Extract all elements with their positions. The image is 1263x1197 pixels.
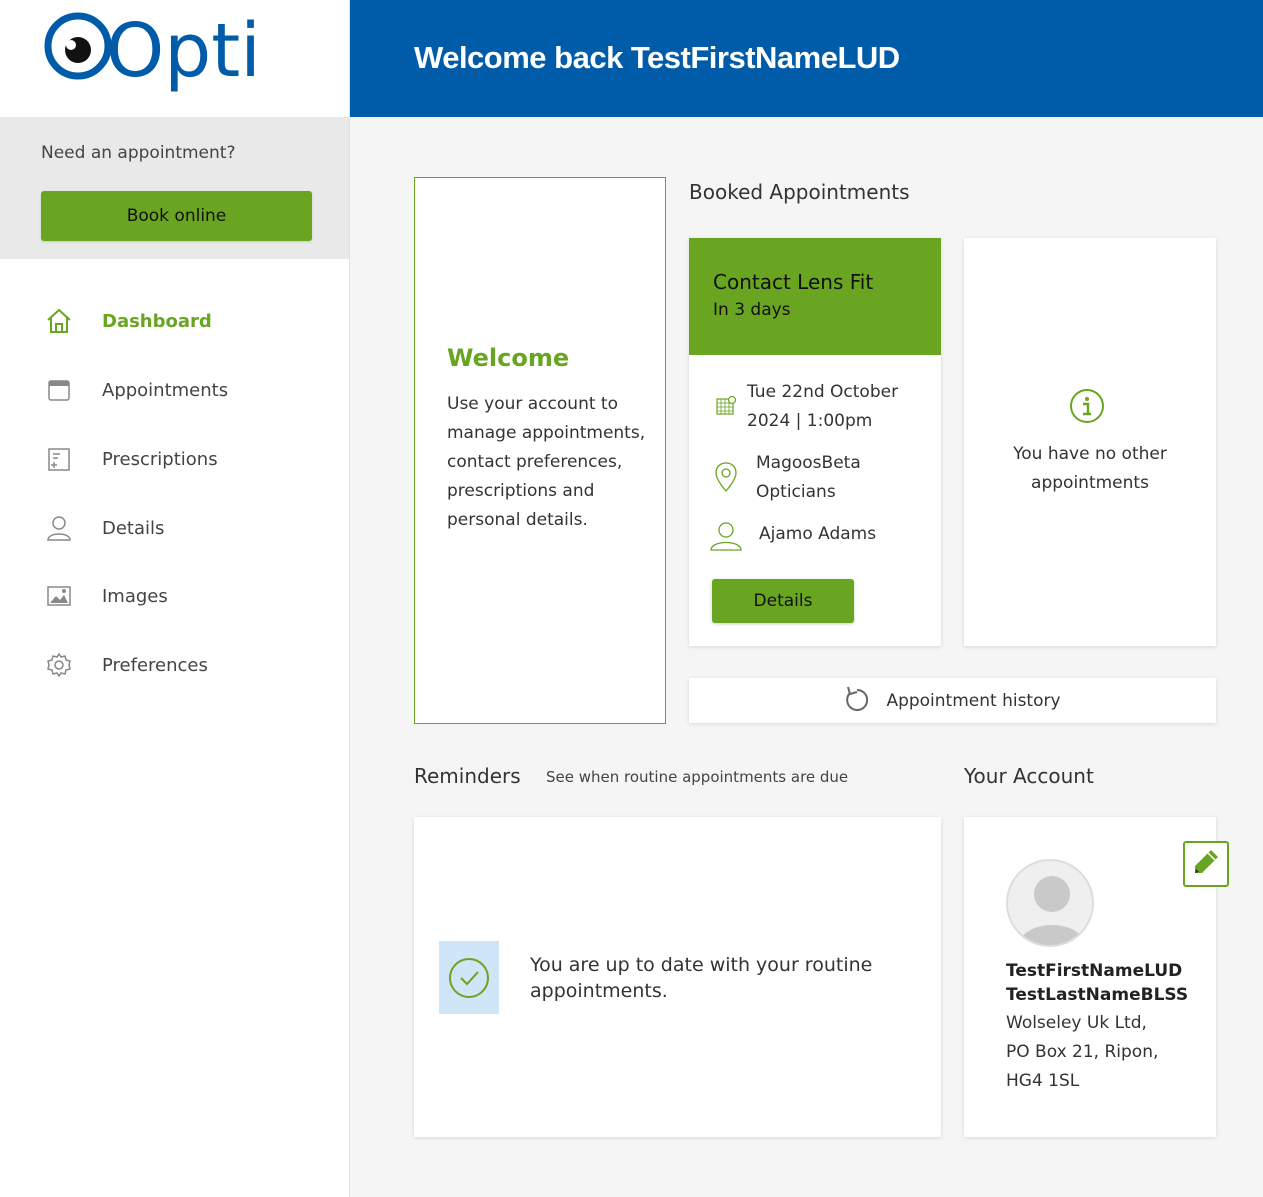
your-account-title: Your Account	[964, 764, 1094, 788]
appointment-history-button[interactable]: Appointment history	[689, 678, 1216, 723]
sidebar-item-label: Dashboard	[102, 310, 212, 332]
reminders-title: Reminders	[414, 764, 521, 788]
appointment-date-line1: Tue 22nd October	[747, 382, 899, 402]
info-icon	[1069, 388, 1105, 428]
location-pin-icon	[709, 461, 743, 493]
calendar-clock-icon	[709, 396, 743, 416]
reminders-subtitle: See when routine appointments are due	[546, 768, 849, 786]
welcome-title: Welcome	[447, 344, 570, 372]
user-icon	[44, 513, 74, 543]
home-icon	[44, 306, 74, 336]
gear-icon	[44, 650, 74, 680]
book-panel: Need an appointment? Book online	[0, 117, 349, 259]
appointment-date-row: Tue 22nd October 2024 | 1:00pm	[709, 378, 898, 436]
sidebar-item-label: Prescriptions	[102, 448, 218, 470]
appointment-location-line2: Opticians	[756, 482, 836, 502]
account-card: TestFirstNameLUD TestLastNameBLSS Wolsel…	[964, 817, 1229, 1137]
appointment-location-line1: MagoosBeta	[756, 453, 861, 473]
need-appointment-text: Need an appointment?	[41, 143, 236, 163]
sidebar-item-label: Preferences	[102, 654, 208, 676]
appointment-header: Contact Lens Fit In 3 days	[689, 238, 941, 355]
appointment-details-button[interactable]: Details	[712, 579, 854, 623]
sidebar-item-images[interactable]: Images	[44, 576, 334, 616]
appointment-location: MagoosBeta Opticians	[756, 449, 861, 507]
sidebar-item-appointments[interactable]: Appointments	[44, 370, 334, 410]
appointment-type: Contact Lens Fit	[713, 270, 874, 294]
practitioner-icon	[709, 520, 743, 552]
book-online-button[interactable]: Book online	[41, 191, 312, 241]
sidebar-item-label: Details	[102, 517, 165, 539]
account-address: Wolseley Uk Ltd, PO Box 21, Ripon, HG4 1…	[1006, 1009, 1158, 1096]
logo-text: Optix	[106, 10, 262, 94]
pencil-icon	[1191, 847, 1221, 881]
prescription-icon	[44, 444, 74, 474]
appointment-relative-time: In 3 days	[713, 300, 791, 320]
reminders-card: You are up to date with your routine app…	[414, 817, 941, 1137]
sidebar-item-details[interactable]: Details	[44, 508, 334, 548]
image-icon	[44, 581, 74, 611]
page-title: Welcome back TestFirstNameLUD	[414, 40, 900, 75]
check-circle-icon	[439, 941, 499, 1014]
account-address-line3: HG4 1SL	[1006, 1071, 1080, 1091]
account-name: TestFirstNameLUD TestLastNameBLSS	[1006, 959, 1188, 1007]
appointment-history-label: Appointment history	[886, 690, 1061, 711]
reminders-status-text: You are up to date with your routine app…	[530, 954, 873, 1002]
account-first-name: TestFirstNameLUD	[1006, 961, 1183, 981]
appointment-card: Contact Lens Fit In 3 days Tue 22nd Octo…	[689, 238, 941, 646]
optix-logo[interactable]: Optix	[42, 8, 305, 100]
appointment-practitioner: Ajamo Adams	[759, 524, 877, 544]
edit-account-button[interactable]	[1183, 841, 1229, 887]
calendar-icon	[44, 375, 74, 405]
sidebar-item-preferences[interactable]: Preferences	[44, 645, 334, 685]
sidebar-item-label: Appointments	[102, 379, 229, 401]
appointment-date-line2: 2024 | 1:00pm	[747, 411, 873, 431]
page-header: Welcome back TestFirstNameLUD	[350, 0, 1263, 117]
account-address-line1: Wolseley Uk Ltd,	[1006, 1013, 1147, 1033]
welcome-text: Use your account to manage appointments,…	[447, 394, 646, 530]
welcome-card: Welcome Use your account to manage appoi…	[414, 177, 666, 724]
booked-appointments-title: Booked Appointments	[689, 180, 910, 204]
history-icon	[844, 685, 870, 717]
no-other-appointments-text: You have no other appointments	[1013, 444, 1167, 493]
sidebar-item-prescriptions[interactable]: Prescriptions	[44, 439, 334, 479]
appointment-practitioner-row: Ajamo Adams	[709, 520, 876, 552]
appointment-location-row: MagoosBeta Opticians	[709, 449, 861, 507]
sidebar: Optix Need an appointment? Book online D…	[0, 0, 350, 1197]
sidebar-item-label: Images	[102, 585, 168, 607]
account-address-line2: PO Box 21, Ripon,	[1006, 1042, 1159, 1062]
account-last-name: TestLastNameBLSS	[1006, 985, 1189, 1005]
no-other-appointments-card: You have no other appointments	[964, 238, 1216, 646]
avatar	[1006, 859, 1094, 947]
sidebar-item-dashboard[interactable]: Dashboard	[44, 301, 334, 341]
appointment-date: Tue 22nd October 2024 | 1:00pm	[747, 378, 898, 436]
